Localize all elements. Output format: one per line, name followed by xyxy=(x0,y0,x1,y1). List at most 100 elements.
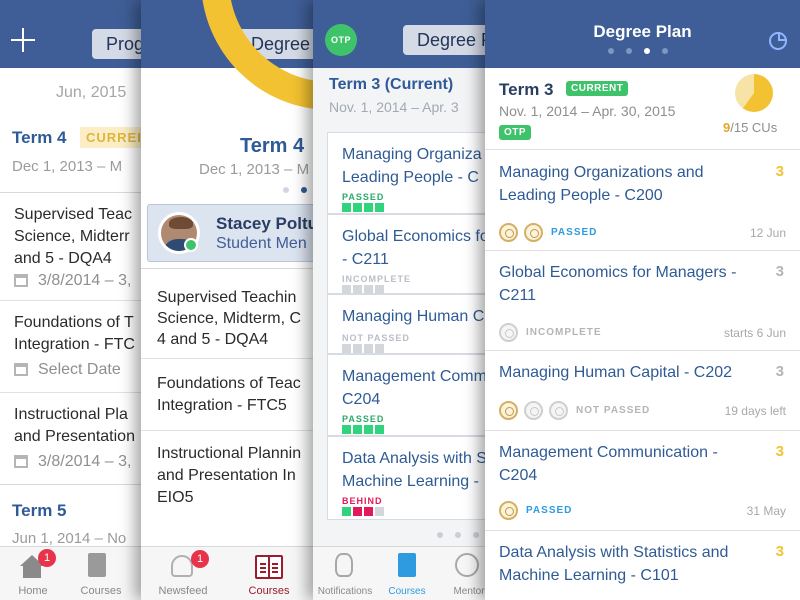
tab-home[interactable]: 1 Home xyxy=(8,547,58,600)
course-card[interactable]: Data Analysis with S Machine Learning - … xyxy=(327,436,493,520)
term-header: Term 3 CURRENT Nov. 1, 2014 – Apr. 30, 2… xyxy=(485,68,800,150)
item-line: Integration - FTC5 xyxy=(157,397,287,414)
progress-squares xyxy=(342,285,384,294)
item-line: Science, Midterm, C xyxy=(157,310,302,327)
tab-courses[interactable]: Courses xyxy=(76,547,126,600)
item-line: Supervised Teac xyxy=(14,206,132,223)
card-title: Management Comm xyxy=(342,368,487,385)
progress-squares xyxy=(342,425,384,434)
tab-label: Courses xyxy=(248,585,290,597)
term-4-dates: Dec 1, 2013 – M xyxy=(12,158,123,175)
medal-icon xyxy=(499,401,518,420)
notification-badge: 1 xyxy=(191,550,209,568)
degree-plan-screen: Degree Plan Term 3 CURRENT Nov. 1, 2014 … xyxy=(485,0,800,600)
tab-bar: 1 Newsfeed Courses xyxy=(141,546,321,600)
nav-bar: Degree Plan xyxy=(485,0,800,68)
online-indicator xyxy=(184,238,198,252)
progress-squares xyxy=(342,203,384,212)
medal-icon xyxy=(549,401,568,420)
course-cu: 3 xyxy=(775,263,784,280)
tab-label: Notifications xyxy=(317,586,373,597)
otp-badge: OTP xyxy=(499,125,532,140)
otp-badge: OTP xyxy=(325,24,357,56)
course-card[interactable]: Management Comm C204 PASSED xyxy=(327,354,493,436)
course-date: 19 days left xyxy=(724,404,786,418)
mentor-name: Stacey Poltu xyxy=(216,214,319,233)
pie-chart-icon[interactable] xyxy=(769,32,787,50)
tab-label: Courses xyxy=(388,586,426,597)
badge-row: NOT PASSED xyxy=(499,401,650,420)
badge-row: INCOMPLETE xyxy=(499,323,602,342)
cu-count: 9/15 CUs xyxy=(723,120,777,135)
item-line: Supervised Teachin xyxy=(157,289,297,306)
course-status: INCOMPLETE xyxy=(526,327,602,338)
term-4-title: Term 4 xyxy=(12,128,67,147)
mentor-card[interactable]: Stacey Poltu Student Men xyxy=(147,204,321,262)
course-row[interactable]: Managing Organizations and Leading People… xyxy=(485,151,800,251)
course-date: 31 May xyxy=(746,504,786,518)
card-status: PASSED xyxy=(342,192,385,202)
card-status: PASSED xyxy=(342,414,385,424)
term-5-dates: Jun 1, 2014 – No xyxy=(12,530,127,547)
course-cu: 3 xyxy=(775,543,784,560)
degree-plan-segment-button[interactable]: Degree P xyxy=(403,25,493,55)
item-line: EIO5 xyxy=(157,489,194,506)
course-card[interactable]: Global Economics fo - C211 INCOMPLETE xyxy=(327,214,493,294)
item-line: 4 and 5 - DQA4 xyxy=(157,331,269,348)
item-date[interactable]: Select Date xyxy=(38,359,121,381)
degree-screen: Degree Term 4 Dec 1, 2013 – M Stacey Pol… xyxy=(141,0,321,600)
tab-notifications[interactable]: Notifications xyxy=(313,547,377,600)
course-cu: 3 xyxy=(775,163,784,180)
term-dates: Nov. 1, 2014 – Apr. 30, 2015 xyxy=(499,103,676,119)
item-line: and Presentation xyxy=(14,428,135,445)
card-title: Data Analysis with S xyxy=(342,450,487,467)
course-title: Global Economics for Managers - C211 xyxy=(499,264,737,304)
course-title: Managing Human Capital - C202 xyxy=(499,364,733,381)
course-row[interactable]: Management Communication - C204 3 PASSED … xyxy=(485,431,800,531)
page-dots xyxy=(283,187,307,193)
item-date: 3/8/2014 – 3, xyxy=(38,453,132,470)
add-icon[interactable] xyxy=(11,28,35,52)
course-card[interactable]: Managing Organiza Leading People - C PAS… xyxy=(327,132,493,214)
book-icon xyxy=(398,553,416,577)
course-date: starts 6 Jun xyxy=(723,326,786,340)
course-card[interactable]: Managing Human C NOT PASSED xyxy=(327,294,493,354)
item-line: Instructional Pla xyxy=(14,406,128,423)
progress-squares xyxy=(342,507,384,516)
course-row[interactable]: Managing Human Capital - C202 3 NOT PASS… xyxy=(485,351,800,431)
card-title: C204 xyxy=(342,391,381,408)
medal-icon xyxy=(499,501,518,520)
tab-courses[interactable]: Courses xyxy=(385,547,429,600)
medal-icon xyxy=(524,401,543,420)
current-badge: CURRENT xyxy=(566,81,629,96)
nav-bar: OTP Degree P xyxy=(313,0,493,68)
medal-icon xyxy=(499,323,518,342)
card-status: BEHIND xyxy=(342,496,383,506)
badge-row: PASSED xyxy=(499,501,572,520)
book-icon xyxy=(88,553,106,577)
card-status: INCOMPLETE xyxy=(342,274,412,284)
item-line: Foundations of Teac xyxy=(157,375,301,392)
course-status: PASSED xyxy=(526,505,573,516)
card-title: Leading People - C xyxy=(342,169,479,186)
card-title: Global Economics fo xyxy=(342,228,489,245)
tab-label: Courses xyxy=(80,585,122,597)
course-status: PASSED xyxy=(551,227,598,238)
medal-icon xyxy=(524,223,543,242)
card-title: - C211 xyxy=(342,251,389,268)
tab-courses[interactable]: Courses xyxy=(241,547,297,600)
course-row[interactable]: Global Economics for Managers - C211 3 IN… xyxy=(485,251,800,351)
course-title: Managing Organizations and Leading People… xyxy=(499,164,704,204)
course-row[interactable]: Data Analysis with Statistics and Machine… xyxy=(485,531,800,600)
tab-newsfeed[interactable]: 1 Newsfeed xyxy=(155,547,211,600)
course-cu: 3 xyxy=(775,363,784,380)
date-header: Jun, 2015 xyxy=(56,84,127,101)
mentor-role: Student Men xyxy=(216,235,307,252)
calendar-icon xyxy=(14,274,28,287)
course-title: Data Analysis with Statistics and Machine… xyxy=(499,544,729,584)
medal-icon xyxy=(499,223,518,242)
calendar-icon xyxy=(14,455,28,468)
owl-icon xyxy=(335,553,353,577)
item-line: Foundations of T xyxy=(14,314,134,331)
notification-badge: 1 xyxy=(38,549,56,567)
